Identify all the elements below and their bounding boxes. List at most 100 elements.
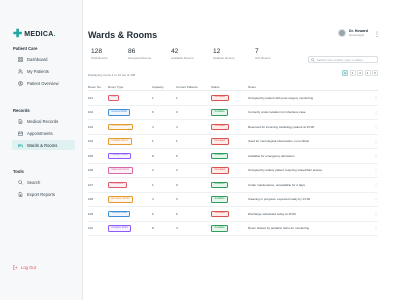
room-type-cell: General Ward — [108, 109, 152, 116]
capacity-cell: 1 — [152, 182, 154, 187]
stat-card: 7 ICU Rooms — [255, 48, 271, 60]
row-more-icon[interactable]: ⋮ — [368, 168, 378, 173]
row-more-icon[interactable]: ⋮ — [368, 211, 378, 216]
column-header: Notes — [248, 84, 256, 89]
table-row[interactable]: 104 Isolation Room 1 1 Occupied Used for neur… — [88, 135, 378, 149]
page-button[interactable]: 2 — [349, 70, 356, 76]
notes-cell: Occupied by patient with post-surgery mo… — [248, 95, 314, 100]
status-cell: Available — [211, 196, 248, 203]
status-badge: Available — [211, 196, 229, 203]
sidebar-item-label: Patient Overview — [27, 80, 59, 86]
table-row[interactable]: 109 General Ward 6 6 Occupied Discharge sched… — [88, 207, 378, 222]
room-type-cell: ICU — [108, 94, 152, 102]
capacity-cell: 4 — [152, 197, 154, 202]
logout-button[interactable]: Log Out — [13, 265, 36, 270]
status-cell: Occupied — [211, 94, 248, 102]
notes-cell: Used for neurological observation, non-c… — [248, 139, 309, 144]
status-cell: Occupied — [211, 210, 248, 218]
room-type-cell: Isolation Room — [108, 138, 152, 145]
stat-label: ICU Rooms — [255, 56, 271, 60]
stat-card: 42 Available Rooms — [171, 48, 193, 60]
page-button[interactable]: 3 — [357, 70, 363, 76]
page-button[interactable]: 5 — [372, 70, 378, 76]
sidebar-item-wards-rooms[interactable]: Wards & Rooms — [12, 140, 75, 150]
sidebar-item-search[interactable]: Search — [12, 177, 75, 187]
room-number-cell: 107 — [88, 182, 94, 187]
room-type-badge: Maternity Room — [108, 167, 133, 174]
room-type-cell: Pediatric Ward — [108, 225, 152, 232]
stat-card: 86 Occupied Rooms — [128, 48, 151, 60]
stat-label: Total Rooms — [91, 56, 108, 60]
room-number-cell: 108 — [88, 197, 94, 202]
status-badge: Available — [211, 181, 229, 189]
capacity-cell: 2 — [152, 168, 154, 173]
grid-icon — [18, 56, 23, 62]
sidebar-item-appointments[interactable]: Appointments — [12, 128, 75, 138]
table-row[interactable]: 107 ICU Room 1 0 Available Under maintenance,… — [88, 178, 378, 193]
table-row[interactable]: 106 Maternity Room 2 2 Occupied Occupied by e… — [88, 164, 378, 178]
status-badge: Available — [211, 109, 229, 116]
status-cell: Occupied — [211, 138, 248, 145]
sidebar-item-export-reports[interactable]: Export Reports — [12, 189, 75, 199]
stat-value: 7 — [255, 48, 259, 55]
sidebar-item-patient-overview[interactable]: Patient Overview — [12, 78, 75, 88]
table-row[interactable]: 101 ICU 1 1 Occupied Occupied by patient with… — [88, 91, 378, 106]
column-header: Status — [211, 84, 220, 89]
capacity-cell: 4 — [152, 124, 154, 129]
stat-value: 12 — [213, 48, 221, 55]
status-cell: Available — [211, 109, 248, 116]
row-more-icon[interactable]: ⋮ — [368, 95, 378, 100]
notes-cell: Cleaning in progress, expected ready by … — [248, 197, 311, 202]
row-more-icon[interactable]: ⋮ — [368, 153, 378, 158]
medical-cross-icon: ✚ — [13, 28, 23, 40]
app-logo[interactable]: ✚ MEDICA. — [13, 28, 56, 40]
status-badge: Occupied — [211, 167, 229, 174]
room-type-cell: Pediatric Ward — [108, 152, 152, 160]
row-more-icon[interactable]: ⋮ — [368, 110, 378, 115]
calendar-icon — [18, 131, 23, 136]
sidebar-item-label: Wards & Rooms — [27, 142, 58, 148]
status-cell: Available — [211, 225, 248, 232]
bed-icon — [18, 143, 23, 148]
column-header: Capacity — [152, 84, 164, 89]
export-icon — [18, 191, 23, 197]
status-badge: Occupied — [211, 138, 229, 145]
table-row[interactable]: 102 General Ward 6 3 Available Currently unde… — [88, 106, 378, 120]
sidebar-item-label: Export Reports — [27, 191, 55, 197]
table-row[interactable]: 108 Recovery Room 4 3 Available Cleaning in p… — [88, 193, 378, 207]
room-type-badge: Pediatric Ward — [108, 225, 132, 232]
current-patients-cell: 4 — [176, 226, 178, 231]
current-patients-cell: 5 — [176, 153, 178, 158]
sidebar-item-dashboard[interactable]: Dashboard — [12, 54, 75, 64]
more-options-icon[interactable]: ⋮ — [374, 31, 380, 38]
sidebar: ✚ MEDICA. Patient Care Dashboard My Patien… — [0, 0, 83, 300]
stat-value: 42 — [171, 48, 179, 55]
current-patients-cell: 4 — [176, 124, 178, 129]
table-row[interactable]: 110 Pediatric Ward 8 4 Available Room shared … — [88, 222, 378, 236]
rooms-table: Room No. Room Type Capacity Current Patient… — [88, 83, 378, 236]
page-title: Wards & Rooms — [88, 30, 158, 40]
user-profile[interactable]: Dr. Howard Neurologist — [338, 29, 368, 37]
search-field[interactable] — [308, 56, 378, 63]
sidebar-item-label: Medical Records — [27, 118, 59, 124]
status-badge: Occupied — [211, 210, 229, 218]
user-circle-icon — [18, 80, 23, 86]
sidebar-item-my-patients[interactable]: My Patients — [12, 66, 75, 76]
row-more-icon[interactable]: ⋮ — [368, 226, 378, 231]
stat-label: Isolation Rooms — [213, 56, 235, 60]
search-input[interactable] — [317, 57, 377, 62]
sidebar-item-medical-records[interactable]: Medical Records — [12, 116, 75, 126]
room-number-cell: 103 — [88, 124, 94, 129]
row-more-icon[interactable]: ⋮ — [368, 197, 378, 202]
table-row[interactable]: 103 Recovery Room 4 4 Occupied Reserved for i… — [88, 120, 378, 135]
column-header: Room No. — [88, 84, 102, 89]
row-more-icon[interactable]: ⋮ — [368, 124, 378, 129]
room-number-cell: 101 — [88, 95, 94, 100]
row-more-icon[interactable]: ⋮ — [368, 182, 378, 187]
table-header: Room No. Room Type Capacity Current Patient… — [88, 83, 378, 91]
table-row[interactable]: 105 Pediatric Ward 8 5 Available Available fo… — [88, 149, 378, 164]
row-more-icon[interactable]: ⋮ — [368, 139, 378, 144]
page-button[interactable]: 4 — [364, 70, 371, 76]
page-button[interactable]: 1 — [342, 70, 348, 76]
avatar — [338, 29, 347, 37]
